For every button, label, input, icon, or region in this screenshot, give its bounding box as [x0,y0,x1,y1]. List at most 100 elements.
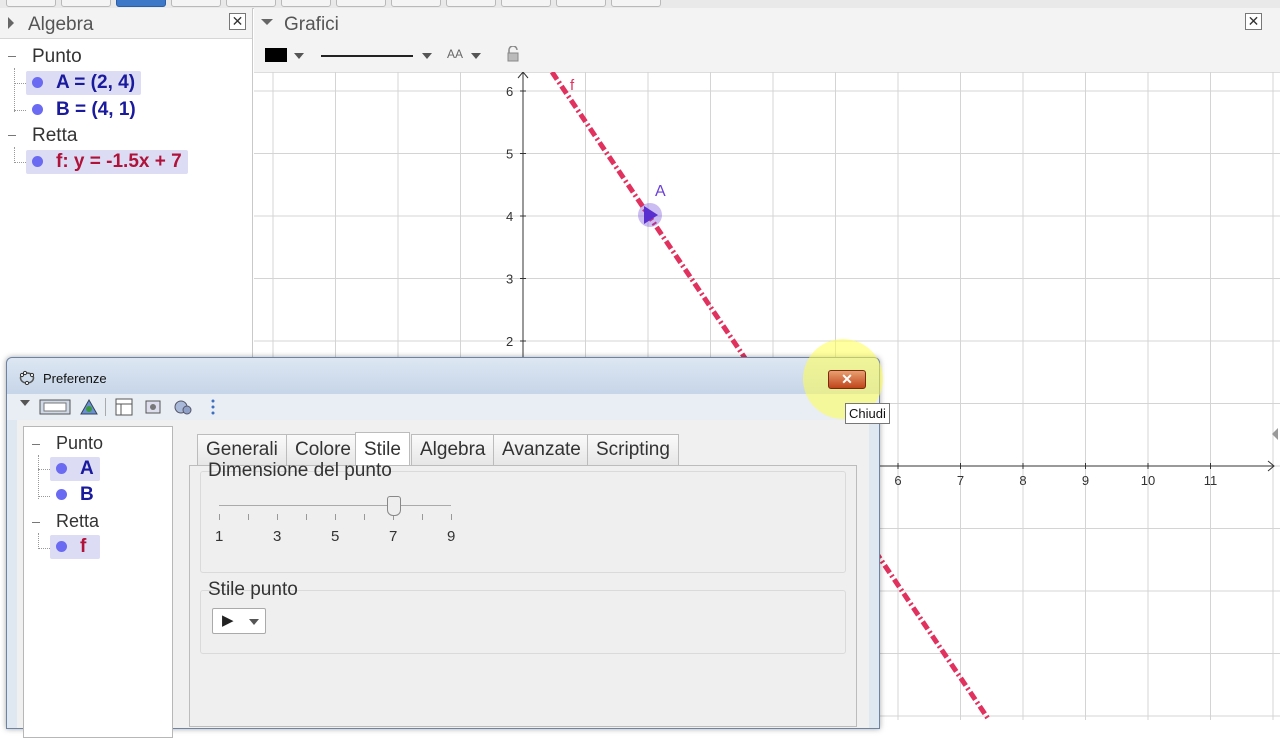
toolbar-button[interactable] [556,0,606,7]
collapse-icon[interactable] [32,444,40,445]
y-tick-label: 2 [506,334,513,349]
object-tree: Punto A B Retta f [23,426,173,738]
slider-tick-label: 9 [447,528,456,545]
x-tick-label: 7 [957,473,964,488]
category-punto[interactable]: Punto [56,433,103,454]
tree-line [14,68,15,112]
slider-tick [364,514,365,520]
toolbar-separator [105,398,106,416]
color-swatch-button[interactable] [265,48,287,62]
item-text: B = (4, 1) [56,99,136,120]
x-tick-label: 9 [1082,473,1089,488]
tabs-area: Generali Colore Stile Algebra Avanzate S… [189,420,869,728]
algebra-view-icon[interactable] [115,398,133,416]
list-item-a[interactable]: A = (2, 4) [26,71,142,95]
slider-tick-label: 7 [389,528,398,545]
slider-tick [422,514,423,520]
x-tick-label: 8 [1019,473,1026,488]
advanced-settings-icon[interactable] [173,398,193,416]
item-text: f: y = -1.5x + 7 [56,151,182,172]
text-size-icon[interactable]: AA [447,47,463,61]
toolbar-button[interactable] [336,0,386,7]
item-text: A = (2, 4) [56,72,136,93]
list-item-b[interactable]: B = (4, 1) [26,98,142,122]
visibility-dot-icon[interactable] [56,541,67,552]
visibility-dot-icon[interactable] [56,489,67,500]
chevron-down-icon[interactable] [294,53,304,59]
dialog-close-button[interactable]: ✕ [828,370,866,389]
toolbar-button[interactable] [391,0,441,7]
toolbar-button[interactable] [61,0,111,7]
toolbar-button[interactable] [171,0,221,7]
point-size-label: Dimensione del punto [208,460,392,481]
chevron-down-icon[interactable] [20,400,30,406]
toolbar-button[interactable] [6,0,56,7]
collapse-arrow-icon[interactable] [8,17,14,29]
collapse-icon[interactable] [8,56,16,57]
close-icon[interactable]: ✕ [1245,13,1262,30]
triangle-right-icon: ▶ [222,612,234,629]
category-retta[interactable]: Retta [56,511,99,532]
toolbar-button[interactable] [611,0,661,7]
tree-line [38,533,39,549]
chevron-down-icon[interactable] [422,53,432,59]
category-retta[interactable]: Retta [32,125,77,147]
preferences-dialog: Preferenze Punto A B Retta f Generali Co… [6,357,880,738]
visibility-dot-icon[interactable] [32,77,43,88]
dialog-title-bar[interactable]: Preferenze [7,358,879,394]
category-punto[interactable]: Punto [32,46,82,68]
chevron-down-icon[interactable] [471,53,481,59]
tree-line [38,469,50,470]
chevron-down-icon[interactable] [249,619,259,625]
tree-line [38,455,39,499]
point-style-select[interactable]: ▶ [212,608,266,634]
toolbar-button[interactable] [281,0,331,7]
x-tick-label: 6 [894,473,901,488]
toolbar-button-active[interactable] [116,0,166,7]
panel-resize-handle-icon[interactable] [1272,428,1278,440]
algebra-header: Algebra ✕ [0,8,252,39]
tree-item-b[interactable]: B [50,483,100,507]
layout-icon[interactable] [143,398,163,416]
point-size-slider-track[interactable] [219,505,451,506]
more-options-icon[interactable] [209,398,217,416]
toolbar-button[interactable] [501,0,551,7]
slider-tick [306,514,307,520]
tab-algebra[interactable]: Algebra [411,434,495,465]
tree-line [14,147,15,163]
graphics-view-icon[interactable] [39,398,71,416]
point-size-slider-thumb[interactable] [387,496,401,516]
graphics-header: Grafici ✕ [254,8,1280,39]
toolbar-button[interactable] [446,0,496,7]
x-tick-label: 10 [1141,473,1155,488]
dialog-body: Punto A B Retta f Generali Colore Stile … [17,420,869,738]
slider-tick [248,514,249,520]
collapse-icon[interactable] [32,522,40,523]
tab-avanzate[interactable]: Avanzate [493,434,590,465]
y-tick-label: 5 [506,147,513,162]
tree-line [38,496,50,497]
close-icon[interactable]: ✕ [229,13,246,30]
line-style-button[interactable] [321,55,413,57]
visibility-dot-icon[interactable] [32,156,43,167]
visibility-dot-icon[interactable] [56,463,67,474]
collapse-arrow-icon[interactable] [261,19,273,25]
algebra-title: Algebra [28,14,94,35]
algebra-view: Algebra ✕ Punto A = (2, 4) B = (4, 1) Re… [0,8,253,360]
close-tooltip: Chiudi [845,403,890,424]
tree-item-a[interactable]: A [50,457,100,481]
tab-scripting[interactable]: Scripting [587,434,679,465]
tree-item-f[interactable]: f [50,535,100,559]
list-item-f[interactable]: f: y = -1.5x + 7 [26,150,188,174]
x-tick-label: 11 [1204,473,1218,488]
toolbar-button[interactable] [226,0,276,7]
algebra-tree: Punto A = (2, 4) B = (4, 1) Retta f: y =… [0,38,252,360]
geogebra-logo-icon [19,370,35,385]
visibility-dot-icon[interactable] [32,104,43,115]
slider-tick [219,514,220,520]
lock-icon[interactable] [506,46,520,62]
collapse-icon[interactable] [8,135,16,136]
slider-tick [451,514,452,520]
y-tick-label: 3 [506,272,513,287]
objects-icon[interactable] [79,398,99,416]
